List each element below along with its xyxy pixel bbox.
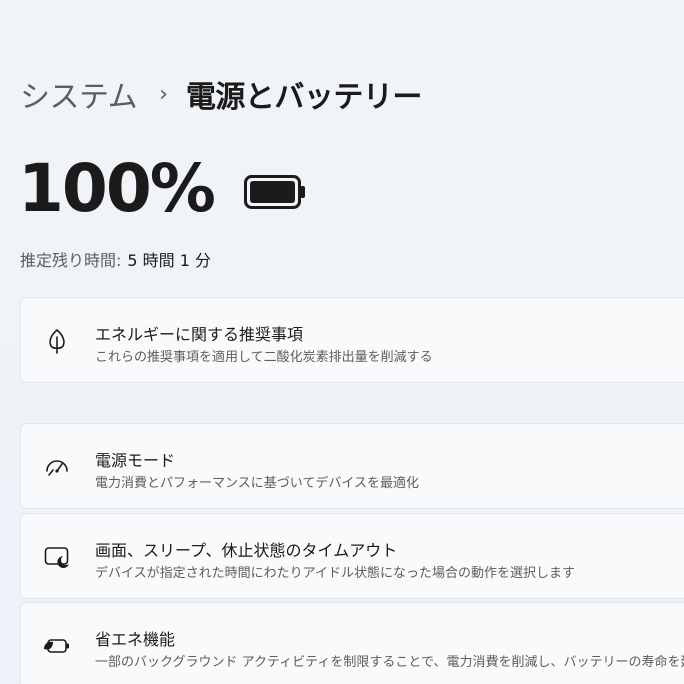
page-title: 電源とバッテリー [185, 80, 423, 115]
card-title: 画面、スリープ、休止状態のタイムアウト [95, 541, 398, 560]
energy-saver-card[interactable]: 省エネ機能 一部のバックグラウンド アクティビティを制限することで、電力消費を削… [20, 602, 684, 684]
breadcrumb-system-link[interactable]: システム [20, 72, 138, 116]
battery-status: 100% [18, 150, 306, 227]
card-description: 一部のバックグラウンド アクティビティを制限することで、電力消費を削減し、バッテ… [95, 655, 684, 670]
power-mode-card[interactable]: 電源モード 電力消費とパフォーマンスに基づいてデバイスを最適化 [20, 423, 684, 509]
power-mode-gauge-icon [43, 453, 71, 481]
battery-fill [249, 180, 295, 203]
card-description: これらの推奨事項を適用して二酸化炭素排出量を削減する [95, 350, 433, 365]
estimate-value: 5 時間 1 分 [127, 251, 212, 270]
breadcrumb: システム › 電源とバッテリー [20, 72, 422, 116]
estimated-time-remaining: 推定残り時間: 5 時間 1 分 [20, 247, 211, 271]
energy-recommendations-card[interactable]: エネルギーに関する推奨事項 これらの推奨事項を適用して二酸化炭素排出量を削減する [20, 297, 684, 383]
card-description: デバイスが指定された時間にわたりアイドル状態になった場合の動作を選択します [95, 566, 575, 581]
screen-sleep-icon [43, 543, 71, 571]
card-title: 省エネ機能 [95, 630, 176, 649]
battery-full-icon [243, 174, 305, 209]
card-title: 電源モード [95, 451, 176, 470]
estimate-label: 推定残り時間: [20, 251, 122, 270]
energy-saver-icon [43, 632, 71, 660]
card-description: 電力消費とパフォーマンスに基づいてデバイスを最適化 [95, 476, 419, 491]
screen-sleep-timeout-card[interactable]: 画面、スリープ、休止状態のタイムアウト デバイスが指定された時間にわたりアイドル… [20, 513, 684, 599]
chevron-right-icon: › [159, 81, 168, 107]
settings-page: システム › 電源とバッテリー 100% 推定残り時間: 5 時間 1 分 エネル… [0, 0, 684, 684]
battery-percentage: 100% [18, 150, 216, 227]
card-title: エネルギーに関する推奨事項 [95, 325, 304, 344]
leaf-icon [43, 327, 71, 355]
